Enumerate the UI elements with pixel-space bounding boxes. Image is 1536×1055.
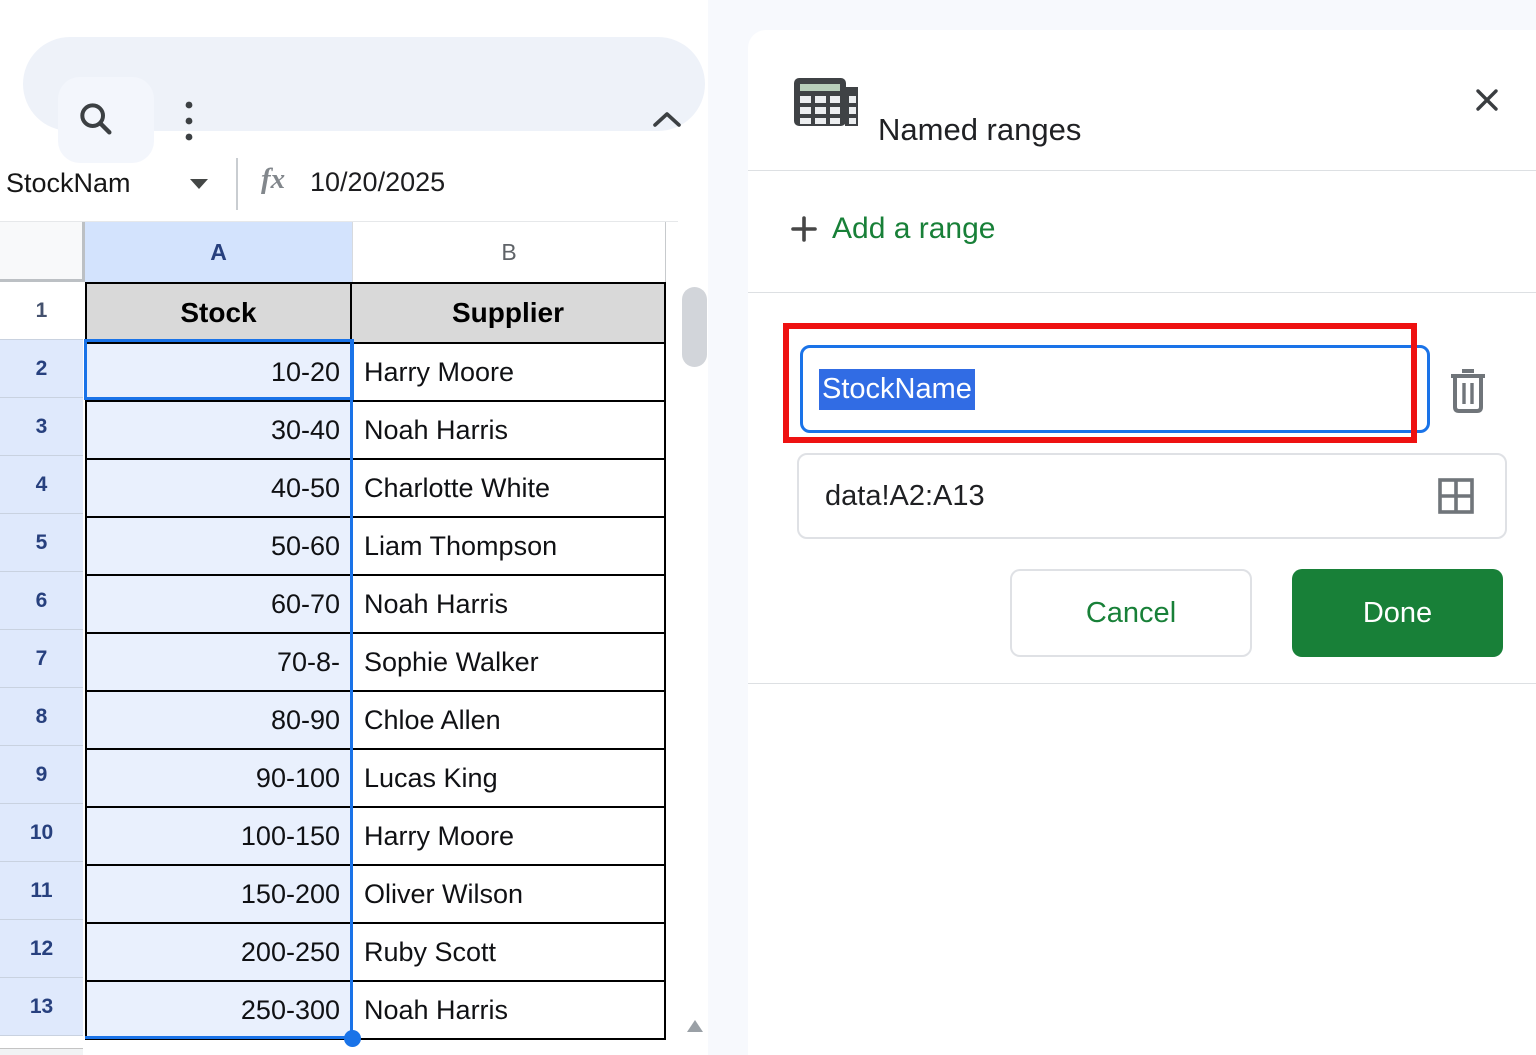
plus-icon bbox=[791, 216, 817, 242]
stock-cell[interactable]: 40-50 bbox=[87, 460, 352, 516]
add-a-range-button[interactable]: Add a range bbox=[790, 212, 995, 246]
table-row: 30-40 Noah Harris bbox=[87, 400, 664, 458]
row-headers: 1 2 3 4 5 6 7 8 9 10 11 12 13 bbox=[0, 282, 83, 1036]
stock-cell[interactable]: 80-90 bbox=[87, 692, 352, 748]
row-header[interactable]: 11 bbox=[0, 862, 83, 920]
row-header[interactable]: 5 bbox=[0, 514, 83, 572]
supplier-cell[interactable]: Noah Harris bbox=[352, 982, 664, 1038]
stock-cell[interactable]: 100-150 bbox=[87, 808, 352, 864]
stock-cell[interactable]: 70-8- bbox=[87, 634, 352, 690]
sheet-table: Stock Supplier 10-20 Harry Moore 30-40 N… bbox=[85, 282, 666, 1040]
supplier-cell[interactable]: Liam Thompson bbox=[352, 518, 664, 574]
row-header[interactable]: 2 bbox=[0, 340, 83, 398]
select-data-range-button[interactable] bbox=[1436, 476, 1476, 516]
supplier-cell[interactable]: Oliver Wilson bbox=[352, 866, 664, 922]
stock-cell[interactable]: 250-300 bbox=[87, 982, 352, 1038]
vertical-scrollbar-thumb[interactable] bbox=[682, 287, 707, 367]
supplier-cell[interactable]: Charlotte White bbox=[352, 460, 664, 516]
table-row: 100-150 Harry Moore bbox=[87, 806, 664, 864]
trash-icon bbox=[1451, 369, 1485, 413]
close-icon[interactable] bbox=[1472, 85, 1502, 115]
column-header-b[interactable]: B bbox=[352, 222, 666, 282]
range-name-input[interactable]: StockName bbox=[800, 345, 1430, 433]
supplier-cell[interactable]: Chloe Allen bbox=[352, 692, 664, 748]
next-row-header-stub bbox=[0, 1048, 83, 1055]
name-box-dropdown-icon[interactable] bbox=[190, 179, 208, 189]
stock-cell[interactable]: 30-40 bbox=[87, 402, 352, 458]
select-all-corner[interactable] bbox=[0, 222, 85, 282]
selected-text: StockName bbox=[819, 368, 975, 410]
panel-title: Named ranges bbox=[878, 112, 1082, 147]
table-row: 60-70 Noah Harris bbox=[87, 574, 664, 632]
divider bbox=[748, 170, 1536, 171]
collapse-toolbar-chevron-up-icon[interactable] bbox=[649, 107, 685, 133]
supplier-cell[interactable]: Sophie Walker bbox=[352, 634, 664, 690]
row-header[interactable]: 1 bbox=[0, 282, 83, 340]
row-header[interactable]: 8 bbox=[0, 688, 83, 746]
name-box[interactable]: StockNam bbox=[6, 168, 131, 199]
stock-cell[interactable]: 90-100 bbox=[87, 750, 352, 806]
supplier-cell[interactable]: Noah Harris bbox=[352, 402, 664, 458]
supplier-cell[interactable]: Noah Harris bbox=[352, 576, 664, 632]
scroll-up-arrow-icon[interactable] bbox=[687, 1020, 703, 1032]
table-row: 250-300 Noah Harris bbox=[87, 980, 664, 1038]
grid-icon bbox=[1438, 478, 1474, 514]
stock-cell[interactable]: 10-20 bbox=[87, 344, 352, 400]
more-options-icon[interactable] bbox=[179, 97, 199, 145]
row-header[interactable]: 4 bbox=[0, 456, 83, 514]
table-row: 150-200 Oliver Wilson bbox=[87, 864, 664, 922]
range-reference-value: data!A2:A13 bbox=[825, 479, 985, 512]
divider bbox=[748, 683, 1536, 684]
table-row: 10-20 Harry Moore bbox=[87, 342, 664, 400]
divider bbox=[748, 292, 1536, 293]
column-header-a[interactable]: A bbox=[85, 222, 352, 282]
header-cell-supplier[interactable]: Supplier bbox=[352, 284, 664, 342]
table-row: 70-8- Sophie Walker bbox=[87, 632, 664, 690]
stock-cell[interactable]: 50-60 bbox=[87, 518, 352, 574]
row-header[interactable]: 9 bbox=[0, 746, 83, 804]
fx-icon: fx bbox=[261, 163, 286, 195]
row-header[interactable]: 10 bbox=[0, 804, 83, 862]
row-header[interactable]: 12 bbox=[0, 920, 83, 978]
supplier-cell[interactable]: Harry Moore bbox=[352, 344, 664, 400]
row-header[interactable]: 6 bbox=[0, 572, 83, 630]
range-selection-handle[interactable] bbox=[344, 1030, 361, 1047]
named-ranges-panel: Named ranges Add a range StockName data!… bbox=[748, 30, 1536, 1055]
supplier-cell[interactable]: Harry Moore bbox=[352, 808, 664, 864]
done-button[interactable]: Done bbox=[1292, 569, 1503, 657]
supplier-cell[interactable]: Ruby Scott bbox=[352, 924, 664, 980]
named-ranges-table-icon bbox=[793, 77, 859, 127]
table-row: 200-250 Ruby Scott bbox=[87, 922, 664, 980]
range-highlight-bottom-border bbox=[85, 1036, 352, 1039]
search-icon[interactable] bbox=[76, 99, 116, 139]
row-header[interactable]: 13 bbox=[0, 978, 83, 1036]
table-header-row: Stock Supplier bbox=[87, 284, 664, 342]
add-a-range-label: Add a range bbox=[832, 212, 996, 245]
range-reference-field[interactable]: data!A2:A13 bbox=[797, 453, 1507, 539]
header-cell-stock[interactable]: Stock bbox=[87, 284, 352, 342]
row-header[interactable]: 3 bbox=[0, 398, 83, 456]
table-row: 40-50 Charlotte White bbox=[87, 458, 664, 516]
table-row: 50-60 Liam Thompson bbox=[87, 516, 664, 574]
row-header[interactable]: 7 bbox=[0, 630, 83, 688]
supplier-cell[interactable]: Lucas King bbox=[352, 750, 664, 806]
toolbar-pill bbox=[23, 37, 705, 163]
stock-cell[interactable]: 60-70 bbox=[87, 576, 352, 632]
formula-bar-input[interactable]: 10/20/2025 bbox=[310, 167, 445, 198]
cancel-button[interactable]: Cancel bbox=[1010, 569, 1252, 657]
table-row: 80-90 Chloe Allen bbox=[87, 690, 664, 748]
table-row: 90-100 Lucas King bbox=[87, 748, 664, 806]
stock-cell[interactable]: 150-200 bbox=[87, 866, 352, 922]
formula-bar-divider bbox=[236, 158, 238, 210]
range-highlight-right-border bbox=[350, 340, 353, 1038]
stock-cell[interactable]: 200-250 bbox=[87, 924, 352, 980]
delete-range-button[interactable] bbox=[1446, 365, 1490, 415]
